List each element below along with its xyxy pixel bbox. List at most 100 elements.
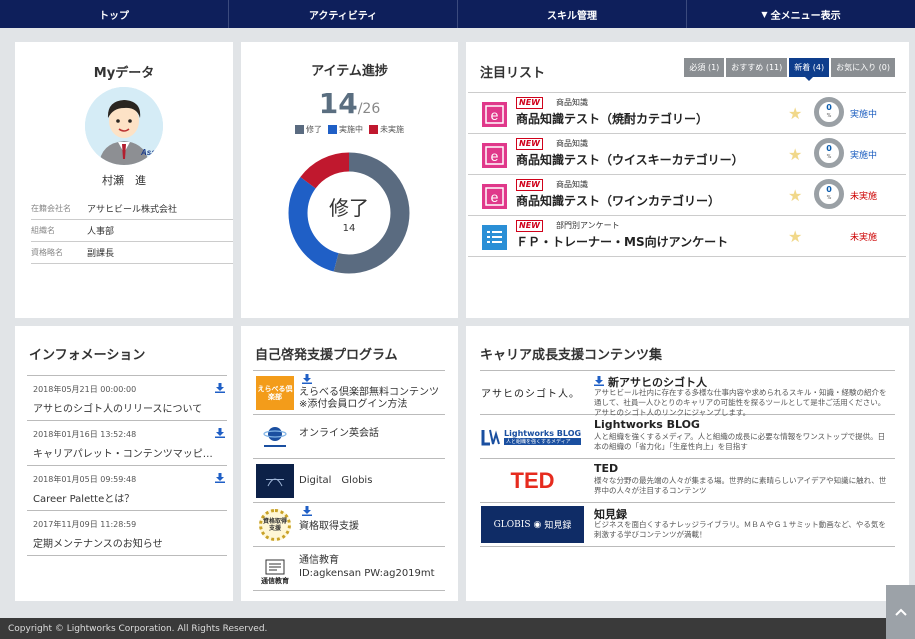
download-icon[interactable]: [215, 473, 225, 483]
profile-value: 副課長: [87, 249, 115, 259]
legend-in-progress: 実施中: [328, 124, 363, 135]
profile-row-company: 在籍会社名 アサヒビール株式会社: [31, 198, 233, 220]
selfdev-item-erabel[interactable]: えらべる倶楽部 えらべる倶楽部無料コンテンツ ※添付会員ログイン方法: [253, 371, 445, 415]
nav-activity[interactable]: アクティビティ: [229, 0, 458, 28]
item-status: 実施中: [850, 151, 878, 161]
selfdev-line1: 資格取得支援: [299, 521, 359, 532]
profile-value: アサヒビール株式会社: [87, 205, 178, 215]
star-icon[interactable]: ★: [788, 145, 802, 164]
progress-done: 14: [318, 87, 358, 120]
progress-card: アイテム進捗 14/26 修了 実施中 未実施 修了 14: [241, 42, 458, 318]
item-category: 商品知識: [556, 98, 588, 107]
scroll-to-top-button[interactable]: [886, 585, 915, 639]
featured-item[interactable]: NEW 部門別アンケート ＦＰ・トレーナー・MS向けアンケート ★ 未実施: [468, 216, 906, 257]
download-icon[interactable]: [594, 376, 604, 386]
selfdev-item-digital-globis[interactable]: Digital Globis: [253, 459, 445, 503]
svg-text:e: e: [491, 189, 499, 205]
item-title: ＦＰ・トレーナー・MS向けアンケート: [516, 235, 729, 249]
mydata-title: Myデータ: [93, 66, 155, 81]
globis-chikenroku-logo: GLOBIS ◉ 知見録: [481, 506, 584, 543]
online-english-logo: [263, 427, 287, 447]
star-icon[interactable]: ★: [788, 227, 802, 246]
info-text: Career Paletteとは？: [33, 494, 135, 505]
selfdev-item-correspondence[interactable]: 通信教育 通信教育 ID:agkensan PW:ag2019mt: [253, 547, 445, 591]
career-desc: 様々な分野の最先端の人々が集まる場。世界的に素晴らしいアイデアや知識に触れ、世界…: [594, 476, 887, 495]
item-category: 部門別アンケート: [556, 221, 620, 230]
info-date: 2018年01月05日 09:59:48: [33, 475, 137, 484]
tab-recommended[interactable]: おすすめ (11): [726, 58, 788, 77]
ted-logo: TED: [510, 467, 555, 493]
profile-table: 在籍会社名 アサヒビール株式会社 組織名 人事部 資格略名 副課長: [31, 198, 233, 264]
tab-required[interactable]: 必須 (1): [684, 58, 725, 77]
star-icon[interactable]: ★: [788, 104, 802, 123]
info-item[interactable]: 2017年11月09日 11:28:59 定期メンテナンスのお知らせ: [27, 511, 227, 556]
featured-item[interactable]: e NEW 商品知識 商品知識テスト（焼酎カテゴリー） ★ 0% 実施中: [468, 93, 906, 134]
download-icon[interactable]: [302, 506, 312, 516]
mydata-card: Myデータ Asahi 村瀬 進 在籍会社名 アサヒビール株式会社 組織名 人事部 …: [15, 42, 233, 318]
star-icon[interactable]: ★: [788, 186, 802, 205]
career-item-shigotojin[interactable]: アサヒのシゴト人。 新アサヒのシゴト人 アサヒビール社内に存在する多様な仕事内容…: [480, 371, 895, 417]
profile-row-org: 組織名 人事部: [31, 220, 233, 242]
nav-skill[interactable]: スキル管理: [458, 0, 687, 28]
new-badge: NEW: [516, 179, 543, 191]
lw-mark-icon: [481, 429, 500, 445]
e-learning-icon: e: [482, 184, 507, 209]
new-badge: NEW: [516, 138, 543, 150]
donut-center: 修了 14: [288, 152, 410, 274]
survey-icon: [482, 225, 507, 250]
triangle-down-icon: ▼: [761, 9, 768, 19]
item-status: 未実施: [850, 233, 878, 243]
career-item-ted[interactable]: TED TED 様々な分野の最先端の人々が集まる場。世界的に素晴らしいアイデアや…: [480, 459, 895, 503]
top-nav: トップ アクティビティ スキル管理 ▼ 全メニュー表示: [0, 0, 915, 28]
info-text: キャリアパレット・コンテンツマッピ…: [33, 449, 213, 460]
tab-favorites[interactable]: お気に入り (0): [831, 58, 895, 77]
chevron-up-icon: [894, 608, 907, 616]
progress-count: 14/26: [241, 87, 458, 120]
info-text: アサヒのシゴト人のリリースについて: [33, 404, 203, 415]
career-list: アサヒのシゴト人。 新アサヒのシゴト人 アサヒビール社内に存在する多様な仕事内容…: [480, 370, 895, 547]
download-icon[interactable]: [302, 374, 312, 384]
download-icon[interactable]: [215, 428, 225, 438]
featured-item[interactable]: e NEW 商品知識商品知識テスト（ワインカテゴリー） ★ 0% 未実施: [468, 175, 906, 216]
selfdev-item-online-english[interactable]: オンライン英会話: [253, 415, 445, 459]
tab-new[interactable]: 新着 (4): [789, 58, 830, 81]
nav-skill-label: スキル管理: [547, 10, 597, 22]
profile-key: 在籍会社名: [31, 204, 71, 213]
featured-list: e NEW 商品知識 商品知識テスト（焼酎カテゴリー） ★ 0% 実施中 e NEW 商品知識 商品…: [468, 92, 906, 257]
profile-key: 資格略名: [31, 248, 63, 257]
legend-done: 修了: [295, 124, 322, 135]
featured-item[interactable]: e NEW 商品知識 商品知識テスト（ウイスキーカテゴリー） ★ 0% 実施中: [468, 134, 906, 175]
career-desc: ビジネスを面白くするナレッジライブラリ。ＭＢＡやＧ１サミット動画など、やる気を刺…: [594, 520, 886, 539]
selfdev-card: 自己啓発支援プログラム えらべる倶楽部 えらべる倶楽部無料コンテンツ ※添付会員…: [241, 326, 458, 601]
erabel-logo: えらべる倶楽部: [256, 376, 294, 410]
avatar: Asahi: [85, 87, 163, 165]
item-status: 未実施: [850, 192, 878, 202]
info-title: インフォメーション: [29, 348, 146, 363]
download-icon[interactable]: [215, 383, 225, 393]
info-card: インフォメーション 2018年05月21日 00:00:00 アサヒのシゴト人のリ…: [15, 326, 233, 601]
career-desc: アサヒビール社内に存在する多様な仕事内容や求められるスキル・知識・経験の紹介を通…: [594, 388, 887, 417]
nav-top[interactable]: トップ: [0, 0, 229, 28]
footer: Copyright © Lightworks Corporation. All …: [0, 618, 915, 639]
item-title: 商品知識テスト（ワインカテゴリー）: [516, 194, 721, 208]
featured-title: 注目リスト: [480, 66, 546, 81]
progress-title: アイテム進捗: [311, 64, 388, 79]
info-item[interactable]: 2018年01月05日 09:59:48 Career Paletteとは？: [27, 466, 227, 511]
selfdev-line1: えらべる倶楽部無料コンテンツ: [299, 387, 439, 398]
svg-text:e: e: [491, 148, 499, 164]
item-category: 商品知識: [556, 180, 588, 189]
profile-value: 人事部: [87, 227, 115, 237]
new-badge: NEW: [516, 97, 543, 109]
selfdev-list: えらべる倶楽部 えらべる倶楽部無料コンテンツ ※添付会員ログイン方法 オンライン…: [253, 370, 445, 591]
career-head: Lightworks BLOG: [594, 418, 700, 431]
career-item-chikenroku[interactable]: GLOBIS ◉ 知見録 知見録 ビジネスを面白くするナレッジライブラリ。ＭＢＡやＧ…: [480, 503, 895, 547]
info-list: 2018年05月21日 00:00:00 アサヒのシゴト人のリリースについて 201…: [27, 375, 227, 556]
career-item-lightworks-blog[interactable]: Lightworks BLOG 人と組織を強くするメディア Lightworks …: [480, 415, 895, 459]
nav-all-menu[interactable]: ▼ 全メニュー表示: [687, 0, 915, 28]
item-status: 実施中: [850, 110, 878, 120]
selfdev-item-qualification[interactable]: 資格取得支援 資格取得支援: [253, 503, 445, 547]
info-item[interactable]: 2018年01月16日 13:52:48 キャリアパレット・コンテンツマッピ…: [27, 421, 227, 466]
info-item[interactable]: 2018年05月21日 00:00:00 アサヒのシゴト人のリリースについて: [27, 376, 227, 421]
progress-ring: 0%: [814, 179, 844, 209]
item-title: 商品知識テスト（焼酎カテゴリー）: [516, 112, 709, 126]
